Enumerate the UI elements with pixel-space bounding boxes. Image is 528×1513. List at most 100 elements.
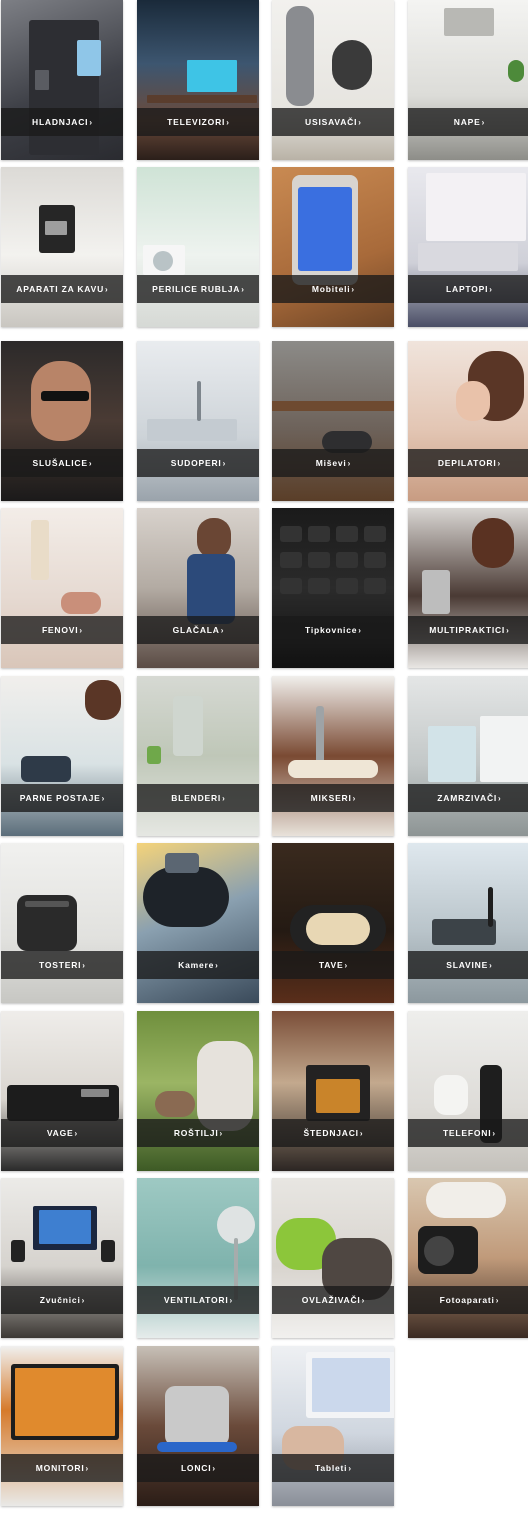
category-label: TAVE xyxy=(318,960,344,970)
category-label-bar: MULTIPRAKTICI › xyxy=(408,616,528,644)
category-tile-multipraktici[interactable]: MULTIPRAKTICI › xyxy=(408,508,528,668)
category-tile-depilatori[interactable]: DEPILATORI › xyxy=(408,341,528,501)
category-label-bar: ROŠTILJI › xyxy=(137,1119,259,1147)
category-tile-slavine[interactable]: SLAVINE › xyxy=(408,843,528,1003)
nape-photo-detail xyxy=(444,8,494,36)
category-tile-misevi[interactable]: Miševi › xyxy=(272,341,394,501)
category-tile-tableti[interactable]: Tableti › xyxy=(272,1346,394,1506)
category-tile-nape[interactable]: NAPE › xyxy=(408,0,528,160)
category-tile-zamrzivaci[interactable]: ZAMRZIVAČI › xyxy=(408,676,528,836)
category-tile-kamere[interactable]: Kamere › xyxy=(137,843,259,1003)
tipkovnice-photo-detail xyxy=(308,578,330,594)
category-label-bar: APARATI ZA KAVU › xyxy=(1,275,123,303)
category-tile-fenovi[interactable]: FENOVI › xyxy=(1,508,123,668)
category-label-bar: NAPE › xyxy=(408,108,528,136)
category-label: Mobiteli xyxy=(311,284,351,294)
category-tile-ovlazivaci[interactable]: OVLAŽIVAČI › xyxy=(272,1178,394,1338)
category-tile-tave[interactable]: TAVE › xyxy=(272,843,394,1003)
televizori-product-photo xyxy=(137,0,259,160)
category-tile-rostilji[interactable]: ROŠTILJI › xyxy=(137,1011,259,1171)
category-label: OVLAŽIVAČI xyxy=(301,1295,361,1305)
sudoperi-photo-detail xyxy=(147,419,237,441)
category-label: GLAČALA xyxy=(172,625,220,635)
televizori-photo-detail xyxy=(187,60,237,92)
slavine-photo-detail xyxy=(432,919,496,945)
category-tile-parne-postaje[interactable]: PARNE POSTAJE › xyxy=(1,676,123,836)
category-tile-stednjaci[interactable]: ŠTEDNJACI › xyxy=(272,1011,394,1171)
category-label: MULTIPRAKTICI xyxy=(429,625,506,635)
kamere-photo-detail xyxy=(143,867,229,927)
usisavaci-photo-detail xyxy=(332,40,372,90)
telefoni-product-photo xyxy=(408,1011,528,1171)
category-tile-tipkovnice[interactable]: Tipkovnice › xyxy=(272,508,394,668)
category-tile-aparati-za-kavu[interactable]: APARATI ZA KAVU › xyxy=(1,167,123,327)
blenderi-product-photo xyxy=(137,676,259,836)
category-tile-fotoaparati[interactable]: Fotoaparati › xyxy=(408,1178,528,1338)
hladnjaci-photo-detail xyxy=(35,70,49,90)
lonci-photo-detail xyxy=(165,1386,229,1446)
category-tile-ventilatori[interactable]: VENTILATORI › xyxy=(137,1178,259,1338)
mobiteli-photo-detail xyxy=(298,187,352,271)
category-label: ZAMRZIVAČI xyxy=(437,793,498,803)
laptopi-product-photo xyxy=(408,167,528,327)
category-label: Tipkovnice xyxy=(305,625,358,635)
chevron-right-icon: › xyxy=(212,1463,216,1473)
chevron-right-icon: › xyxy=(498,793,501,803)
category-label-bar: SLUŠALICE › xyxy=(1,449,123,477)
category-tile-usisavaci[interactable]: USISAVAČI › xyxy=(272,0,394,160)
category-tile-sudoperi[interactable]: SUDOPERI › xyxy=(137,341,259,501)
tipkovnice-photo-detail xyxy=(336,578,358,594)
chevron-right-icon: › xyxy=(222,458,226,468)
category-tile-glacala[interactable]: GLAČALA › xyxy=(137,508,259,668)
category-tile-perilice-rublja[interactable]: PERILICE RUBLJA › xyxy=(137,167,259,327)
tipkovnice-photo-detail xyxy=(364,526,386,542)
sudoperi-photo-detail xyxy=(197,381,201,421)
category-tile-tosteri[interactable]: TOSTERI › xyxy=(1,843,123,1003)
zvucnici-photo-detail xyxy=(11,1240,25,1262)
category-tile-telefoni[interactable]: TELEFONI › xyxy=(408,1011,528,1171)
category-label: APARATI ZA KAVU xyxy=(16,284,105,294)
category-tile-mobiteli[interactable]: Mobiteli › xyxy=(272,167,394,327)
category-label: NAPE xyxy=(453,117,481,127)
tipkovnice-photo-detail xyxy=(280,578,302,594)
fenovi-product-photo xyxy=(1,508,123,668)
chevron-right-icon: › xyxy=(85,1463,89,1473)
tipkovnice-photo-detail xyxy=(336,526,358,542)
glacala-photo-detail xyxy=(187,554,235,624)
chevron-right-icon: › xyxy=(506,625,509,635)
category-tile-blenderi[interactable]: BLENDERI › xyxy=(137,676,259,836)
mikseri-photo-detail xyxy=(288,760,378,778)
tableti-product-photo xyxy=(272,1346,394,1506)
category-label-bar: SLAVINE › xyxy=(408,951,528,979)
category-label: TELEVIZORI xyxy=(167,117,226,127)
category-tile-slusalice[interactable]: SLUŠALICE › xyxy=(1,341,123,501)
nape-photo-detail xyxy=(508,60,524,82)
category-tile-televizori[interactable]: TELEVIZORI › xyxy=(137,0,259,160)
category-tile-monitori[interactable]: MONITORI › xyxy=(1,1346,123,1506)
category-tile-mikseri[interactable]: MIKSERI › xyxy=(272,676,394,836)
category-tile-laptopi[interactable]: LAPTOPI › xyxy=(408,167,528,327)
depilatori-photo-detail xyxy=(456,381,490,421)
misevi-product-photo xyxy=(272,341,394,501)
aparati-za-kavu-product-photo xyxy=(1,167,123,327)
chevron-right-icon: › xyxy=(489,960,492,970)
category-label-bar: FENOVI › xyxy=(1,616,123,644)
laptopi-photo-detail xyxy=(418,243,518,271)
category-tile-hladnjaci[interactable]: HLADNJACI › xyxy=(1,0,123,160)
lonci-product-photo xyxy=(137,1346,259,1506)
telefoni-photo-detail xyxy=(434,1075,468,1115)
fotoaparati-photo-detail xyxy=(424,1236,454,1266)
category-tile-zvucnici[interactable]: Zvučnici › xyxy=(1,1178,123,1338)
zamrzivaci-product-photo xyxy=(408,676,528,836)
perilice-rublja-product-photo xyxy=(137,167,259,327)
chevron-right-icon: › xyxy=(348,1463,352,1473)
stednjaci-photo-detail xyxy=(316,1079,360,1113)
category-label-bar: PARNE POSTAJE › xyxy=(1,784,123,812)
category-tile-lonci[interactable]: LONCI › xyxy=(137,1346,259,1506)
category-tile-vage[interactable]: VAGE › xyxy=(1,1011,123,1171)
mobiteli-product-photo xyxy=(272,167,394,327)
slusalice-product-photo xyxy=(1,341,123,501)
category-label: HLADNJACI xyxy=(32,117,89,127)
category-label-bar: LAPTOPI › xyxy=(408,275,528,303)
multipraktici-photo-detail xyxy=(472,518,514,568)
